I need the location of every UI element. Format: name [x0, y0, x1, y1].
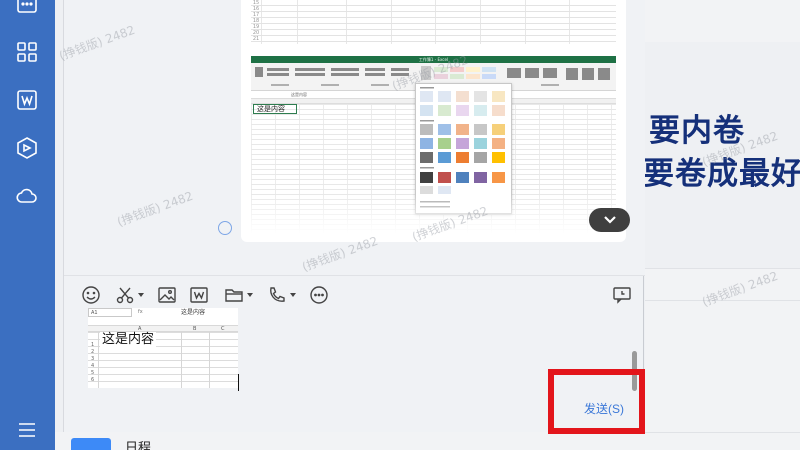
- screenshot-button[interactable]: [115, 285, 144, 305]
- schedule-entry[interactable]: 日程: [55, 432, 645, 450]
- banner-line-2: 要卷成最好: [645, 156, 800, 192]
- calendar-grid-icon[interactable]: [14, 0, 40, 20]
- message-bubble-images: 15 16 17 18 19 20 21 工作簿1 - Excel 这是内容 这…: [241, 0, 630, 242]
- left-nav-rail: [0, 0, 55, 450]
- folder-button[interactable]: [224, 285, 253, 305]
- history-chat-icon: [613, 287, 631, 304]
- image-button[interactable]: [157, 285, 177, 305]
- more-icon: [310, 286, 328, 304]
- phone-icon: [270, 287, 285, 302]
- calendar-icon: [71, 438, 111, 450]
- row-number: 6: [91, 377, 95, 383]
- row-number: 2: [91, 349, 95, 355]
- scroll-down-button[interactable]: [589, 208, 630, 232]
- emoji-icon: [82, 286, 100, 304]
- row-number: 1: [91, 342, 95, 348]
- text-cursor: [238, 374, 239, 391]
- sending-status-icon: [218, 221, 232, 235]
- formula-value: 这是内容: [181, 309, 206, 316]
- phone-button[interactable]: [267, 285, 296, 305]
- schedule-label: 日程: [125, 441, 152, 450]
- image-fade: [251, 194, 616, 234]
- cloud-icon[interactable]: [14, 183, 40, 209]
- word-doc-icon: [190, 287, 208, 303]
- box-icon[interactable]: [14, 135, 40, 161]
- folder-icon: [225, 289, 243, 302]
- scissors-icon: [116, 287, 134, 304]
- highlight-box: [548, 369, 645, 434]
- column-headers: A B C: [88, 325, 238, 332]
- right-panel: 要内卷 要卷成最好: [645, 0, 800, 450]
- banner-line-1: 要内卷: [649, 113, 745, 149]
- app-root: 15 16 17 18 19 20 21 工作簿1 - Excel 这是内容 这…: [0, 0, 800, 450]
- row-number: 5: [91, 370, 95, 376]
- apps-icon[interactable]: [14, 39, 40, 65]
- more-button[interactable]: [309, 285, 329, 305]
- excel-cell-a1: 这是内容: [253, 104, 297, 114]
- fx-label: fx: [138, 309, 143, 315]
- row-number: 3: [91, 356, 95, 362]
- chevron-down-icon: [138, 293, 144, 297]
- sent-image-sheet-bottom[interactable]: 15 16 17 18 19 20 21: [251, 0, 616, 44]
- promo-banner[interactable]: 要内卷 要卷成最好: [645, 42, 800, 268]
- chevron-down-icon: [603, 216, 616, 224]
- pasted-excel-image[interactable]: A1 fx 这是内容 A B C 1 2 3 4 5 6 这是内容: [88, 308, 238, 388]
- menu-icon[interactable]: [14, 417, 40, 443]
- row-number: 21: [252, 36, 260, 42]
- wps-doc-icon[interactable]: [14, 87, 40, 113]
- chevron-down-icon: [290, 293, 296, 297]
- emoji-button[interactable]: [81, 285, 101, 305]
- excel-title-bar: 工作簿1 - Excel: [251, 56, 616, 63]
- word-doc-button[interactable]: [189, 285, 209, 305]
- message-history[interactable]: 15 16 17 18 19 20 21 工作簿1 - Excel 这是内容 这…: [64, 0, 645, 276]
- chat-window: 15 16 17 18 19 20 21 工作簿1 - Excel 这是内容 这…: [63, 0, 645, 432]
- name-box: A1: [88, 308, 132, 317]
- image-icon: [158, 287, 176, 303]
- chevron-down-icon: [247, 293, 253, 297]
- chat-history-button[interactable]: [612, 285, 632, 305]
- cell-content: 这是内容: [100, 332, 157, 348]
- row-number: 4: [91, 363, 95, 369]
- sent-image-excel-screenshot[interactable]: 工作簿1 - Excel 这是内容 这是内容: [251, 56, 616, 234]
